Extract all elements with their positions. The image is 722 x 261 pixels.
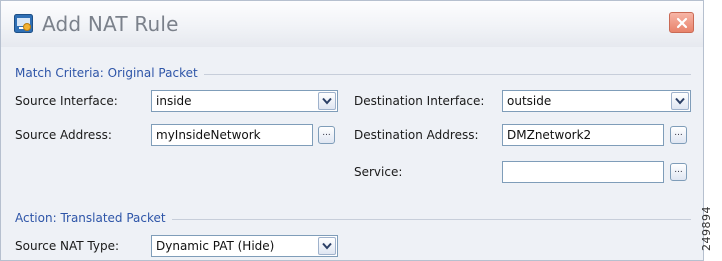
- destination-interface-label: Destination Interface:: [354, 94, 485, 108]
- add-nat-rule-dialog: Add NAT Rule Match Criteria: Original Pa…: [0, 0, 704, 261]
- source-interface-value: inside: [156, 94, 192, 108]
- service-field[interactable]: [502, 161, 664, 183]
- service-label: Service:: [354, 165, 403, 179]
- source-nat-type-select[interactable]: Dynamic PAT (Hide): [151, 235, 338, 257]
- destination-address-field[interactable]: DMZnetwork2: [502, 124, 664, 146]
- dialog-title: Add NAT Rule: [42, 12, 179, 36]
- source-address-value: myInsideNetwork: [156, 128, 261, 142]
- destination-address-value: DMZnetwork2: [507, 128, 592, 142]
- source-nat-type-label: Source NAT Type:: [15, 239, 120, 253]
- source-address-field[interactable]: myInsideNetwork: [151, 124, 313, 146]
- destination-address-browse-button[interactable]: ...: [670, 126, 687, 144]
- source-interface-label: Source Interface:: [15, 94, 118, 108]
- action-heading: Action: Translated Packet: [15, 211, 172, 225]
- title-bar[interactable]: Add NAT Rule: [1, 1, 703, 47]
- match-criteria-heading: Match Criteria: Original Packet: [15, 66, 204, 80]
- destination-interface-value: outside: [507, 94, 552, 108]
- source-interface-select[interactable]: inside: [151, 90, 338, 112]
- source-interface-dropdown-button[interactable]: [318, 92, 336, 110]
- chevron-down-icon: [322, 242, 332, 250]
- figure-id-stamp: 249894: [700, 200, 720, 260]
- destination-address-label: Destination Address:: [354, 128, 479, 142]
- chevron-down-icon: [675, 97, 685, 105]
- service-browse-button[interactable]: ...: [670, 163, 687, 181]
- figure-id-text: 249894: [700, 206, 713, 251]
- source-nat-type-dropdown-button[interactable]: [318, 237, 336, 255]
- close-button[interactable]: [669, 12, 694, 33]
- destination-interface-dropdown-button[interactable]: [671, 92, 689, 110]
- source-address-label: Source Address:: [15, 128, 112, 142]
- nat-rule-icon: [14, 14, 33, 33]
- close-icon: [676, 17, 688, 29]
- source-address-browse-button[interactable]: ...: [318, 126, 335, 144]
- destination-interface-select[interactable]: outside: [502, 90, 691, 112]
- chevron-down-icon: [322, 97, 332, 105]
- source-nat-type-value: Dynamic PAT (Hide): [156, 239, 275, 253]
